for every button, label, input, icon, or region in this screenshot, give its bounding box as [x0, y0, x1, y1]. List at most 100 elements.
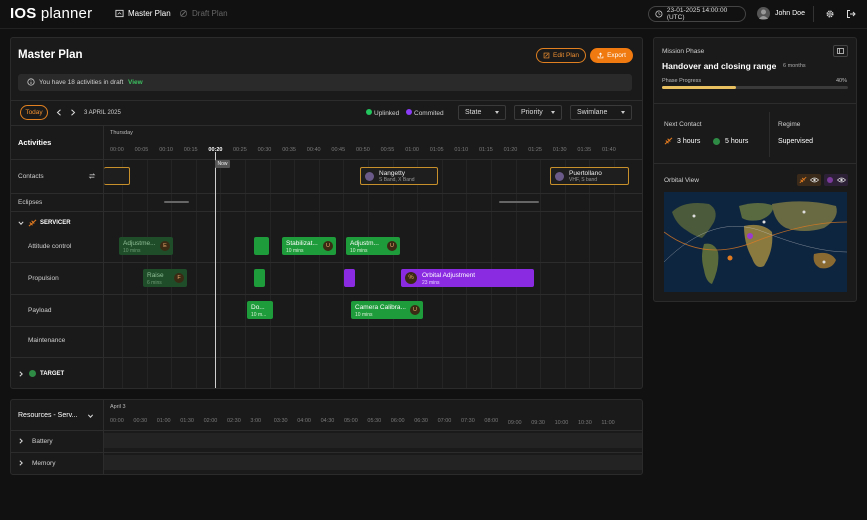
activity-download[interactable]: Do... 10 m...: [247, 301, 273, 319]
export-button[interactable]: Export: [590, 48, 633, 63]
grid-line: [589, 160, 591, 388]
contact-nangetty[interactable]: Nangetty S Band, X Band: [360, 167, 438, 185]
row-payload: Payload: [28, 307, 52, 314]
priority-filter[interactable]: Priority: [514, 105, 562, 120]
time-tick: 00:40: [306, 147, 321, 153]
contact-segment[interactable]: [104, 167, 130, 185]
calendar-icon: [115, 9, 124, 18]
logout-icon[interactable]: [846, 9, 856, 19]
legend-uplinked-dot: [366, 109, 372, 115]
nav-draft-plan[interactable]: Draft Plan: [179, 9, 228, 18]
activity-orbital-adjustment[interactable]: % Orbital Adjustment 23 mins: [401, 269, 534, 287]
chevron-left-icon[interactable]: [56, 109, 62, 116]
time-tick: 00:35: [282, 147, 296, 153]
export-icon: [597, 52, 604, 59]
resource-time-tick: 08:00: [484, 418, 499, 424]
grid-line: [614, 160, 615, 388]
satellite-icon: [28, 219, 37, 227]
caret-down-icon: [551, 111, 555, 114]
resource-time-tick: 01:30: [180, 418, 194, 424]
activity-block[interactable]: [254, 237, 269, 255]
divider: [813, 6, 814, 22]
contact-puertollano[interactable]: Puertollano VHF, S band: [550, 167, 629, 185]
activity-camera-calibration[interactable]: Camera Calibra... 10 mins U: [351, 301, 423, 319]
resource-battery[interactable]: Battery: [32, 438, 53, 445]
page-title: Master Plan: [18, 49, 83, 61]
antenna-icon: [365, 172, 374, 181]
nav-master-plan[interactable]: Master Plan: [115, 9, 171, 18]
draft-view-link[interactable]: View: [128, 79, 143, 86]
day-label: Thursday: [110, 130, 133, 136]
app-logo[interactable]: IOS planner: [10, 5, 92, 22]
eclipse-bar: [164, 201, 189, 203]
world-map: [664, 192, 847, 292]
time-tick: 00:00: [110, 147, 124, 153]
time-tick: 01:00: [405, 147, 419, 153]
percent-icon: %: [405, 272, 417, 284]
today-button[interactable]: Today: [20, 105, 48, 120]
grid-line: [195, 160, 197, 388]
swap-icon[interactable]: [88, 172, 96, 180]
row-propulsion: Propulsion: [28, 275, 59, 282]
clock-icon: [655, 10, 663, 18]
time-tick: 01:20: [503, 147, 518, 153]
row-contacts: Contacts: [18, 173, 44, 180]
resource-time-tick: 05:00: [344, 418, 358, 424]
target-contact-time: 5 hours: [725, 138, 749, 145]
resource-time-tick: 09:00: [507, 420, 522, 426]
state-filter[interactable]: State: [458, 105, 506, 120]
resources-title[interactable]: Resources - Serv...: [18, 412, 77, 419]
time-tick: 00:45: [331, 147, 346, 153]
legend-commited-dot: [406, 109, 412, 115]
row-maintenance: Maintenance: [28, 337, 66, 344]
user-name[interactable]: John Doe: [775, 10, 805, 17]
phase-progress-label: Phase Progress: [662, 78, 702, 84]
servicer-visibility-toggle[interactable]: [797, 174, 821, 186]
activity-block-commited[interactable]: [344, 269, 355, 287]
grid-line: [122, 160, 123, 388]
phase-progress-fill: [662, 86, 737, 89]
activity-raise[interactable]: Raise 6 mins F: [143, 269, 187, 287]
panel-icon: [837, 48, 844, 54]
activity-stabilization[interactable]: Stabilizat... 10 mins U: [282, 237, 336, 255]
battery-track: [104, 433, 642, 448]
target-visibility-toggle[interactable]: [824, 174, 848, 186]
activity-block[interactable]: [254, 269, 265, 287]
time-tick: 01:25: [528, 147, 542, 153]
resource-time-tick: 04:30: [320, 418, 335, 424]
avatar[interactable]: [757, 7, 770, 20]
chevron-down-icon[interactable]: [87, 413, 94, 419]
activity-adjustment-1[interactable]: Adjustme... 10 mins E: [119, 237, 173, 255]
grid-line: [294, 160, 296, 388]
resource-memory[interactable]: Memory: [32, 460, 55, 467]
phase-progress-value: 40%: [836, 78, 848, 84]
resource-time-tick: 06:30: [414, 418, 428, 424]
resource-time-tick: 00:00: [110, 418, 124, 424]
orbital-map[interactable]: [664, 192, 847, 292]
group-target[interactable]: TARGET: [40, 371, 64, 377]
satellite-icon: [664, 137, 673, 145]
antenna-icon: [555, 172, 564, 181]
chevron-right-icon[interactable]: [18, 438, 24, 444]
swimlane-filter[interactable]: Swimlane: [570, 105, 632, 120]
collapse-button[interactable]: [833, 45, 848, 57]
mission-phase-label: Mission Phase: [662, 48, 705, 55]
chevron-right-icon[interactable]: [18, 371, 24, 377]
chevron-right-icon[interactable]: [18, 460, 24, 466]
next-contact-label: Next Contact: [664, 121, 702, 128]
eye-icon: [837, 177, 846, 183]
edit-plan-button[interactable]: Edit Plan: [536, 48, 586, 63]
resource-time-tick: 00:30: [133, 418, 148, 424]
gear-icon[interactable]: [825, 9, 835, 19]
resource-time-tick: 06:00: [390, 418, 405, 424]
chevron-down-icon[interactable]: [18, 220, 24, 226]
datetime-pill[interactable]: 23-01-2025 14:00:00 (UTC): [648, 6, 746, 22]
chevron-right-icon[interactable]: [70, 109, 76, 116]
legend-uplinked: Uplinked: [374, 110, 400, 117]
group-servicer[interactable]: SERVICER: [40, 220, 71, 226]
resource-time-tick: 10:00: [554, 420, 569, 426]
time-tick: 01:15: [479, 147, 493, 153]
grid-line: [564, 160, 566, 388]
activity-adjustment-2[interactable]: Adjustm... 10 mins U: [346, 237, 400, 255]
eye-icon: [810, 177, 819, 183]
